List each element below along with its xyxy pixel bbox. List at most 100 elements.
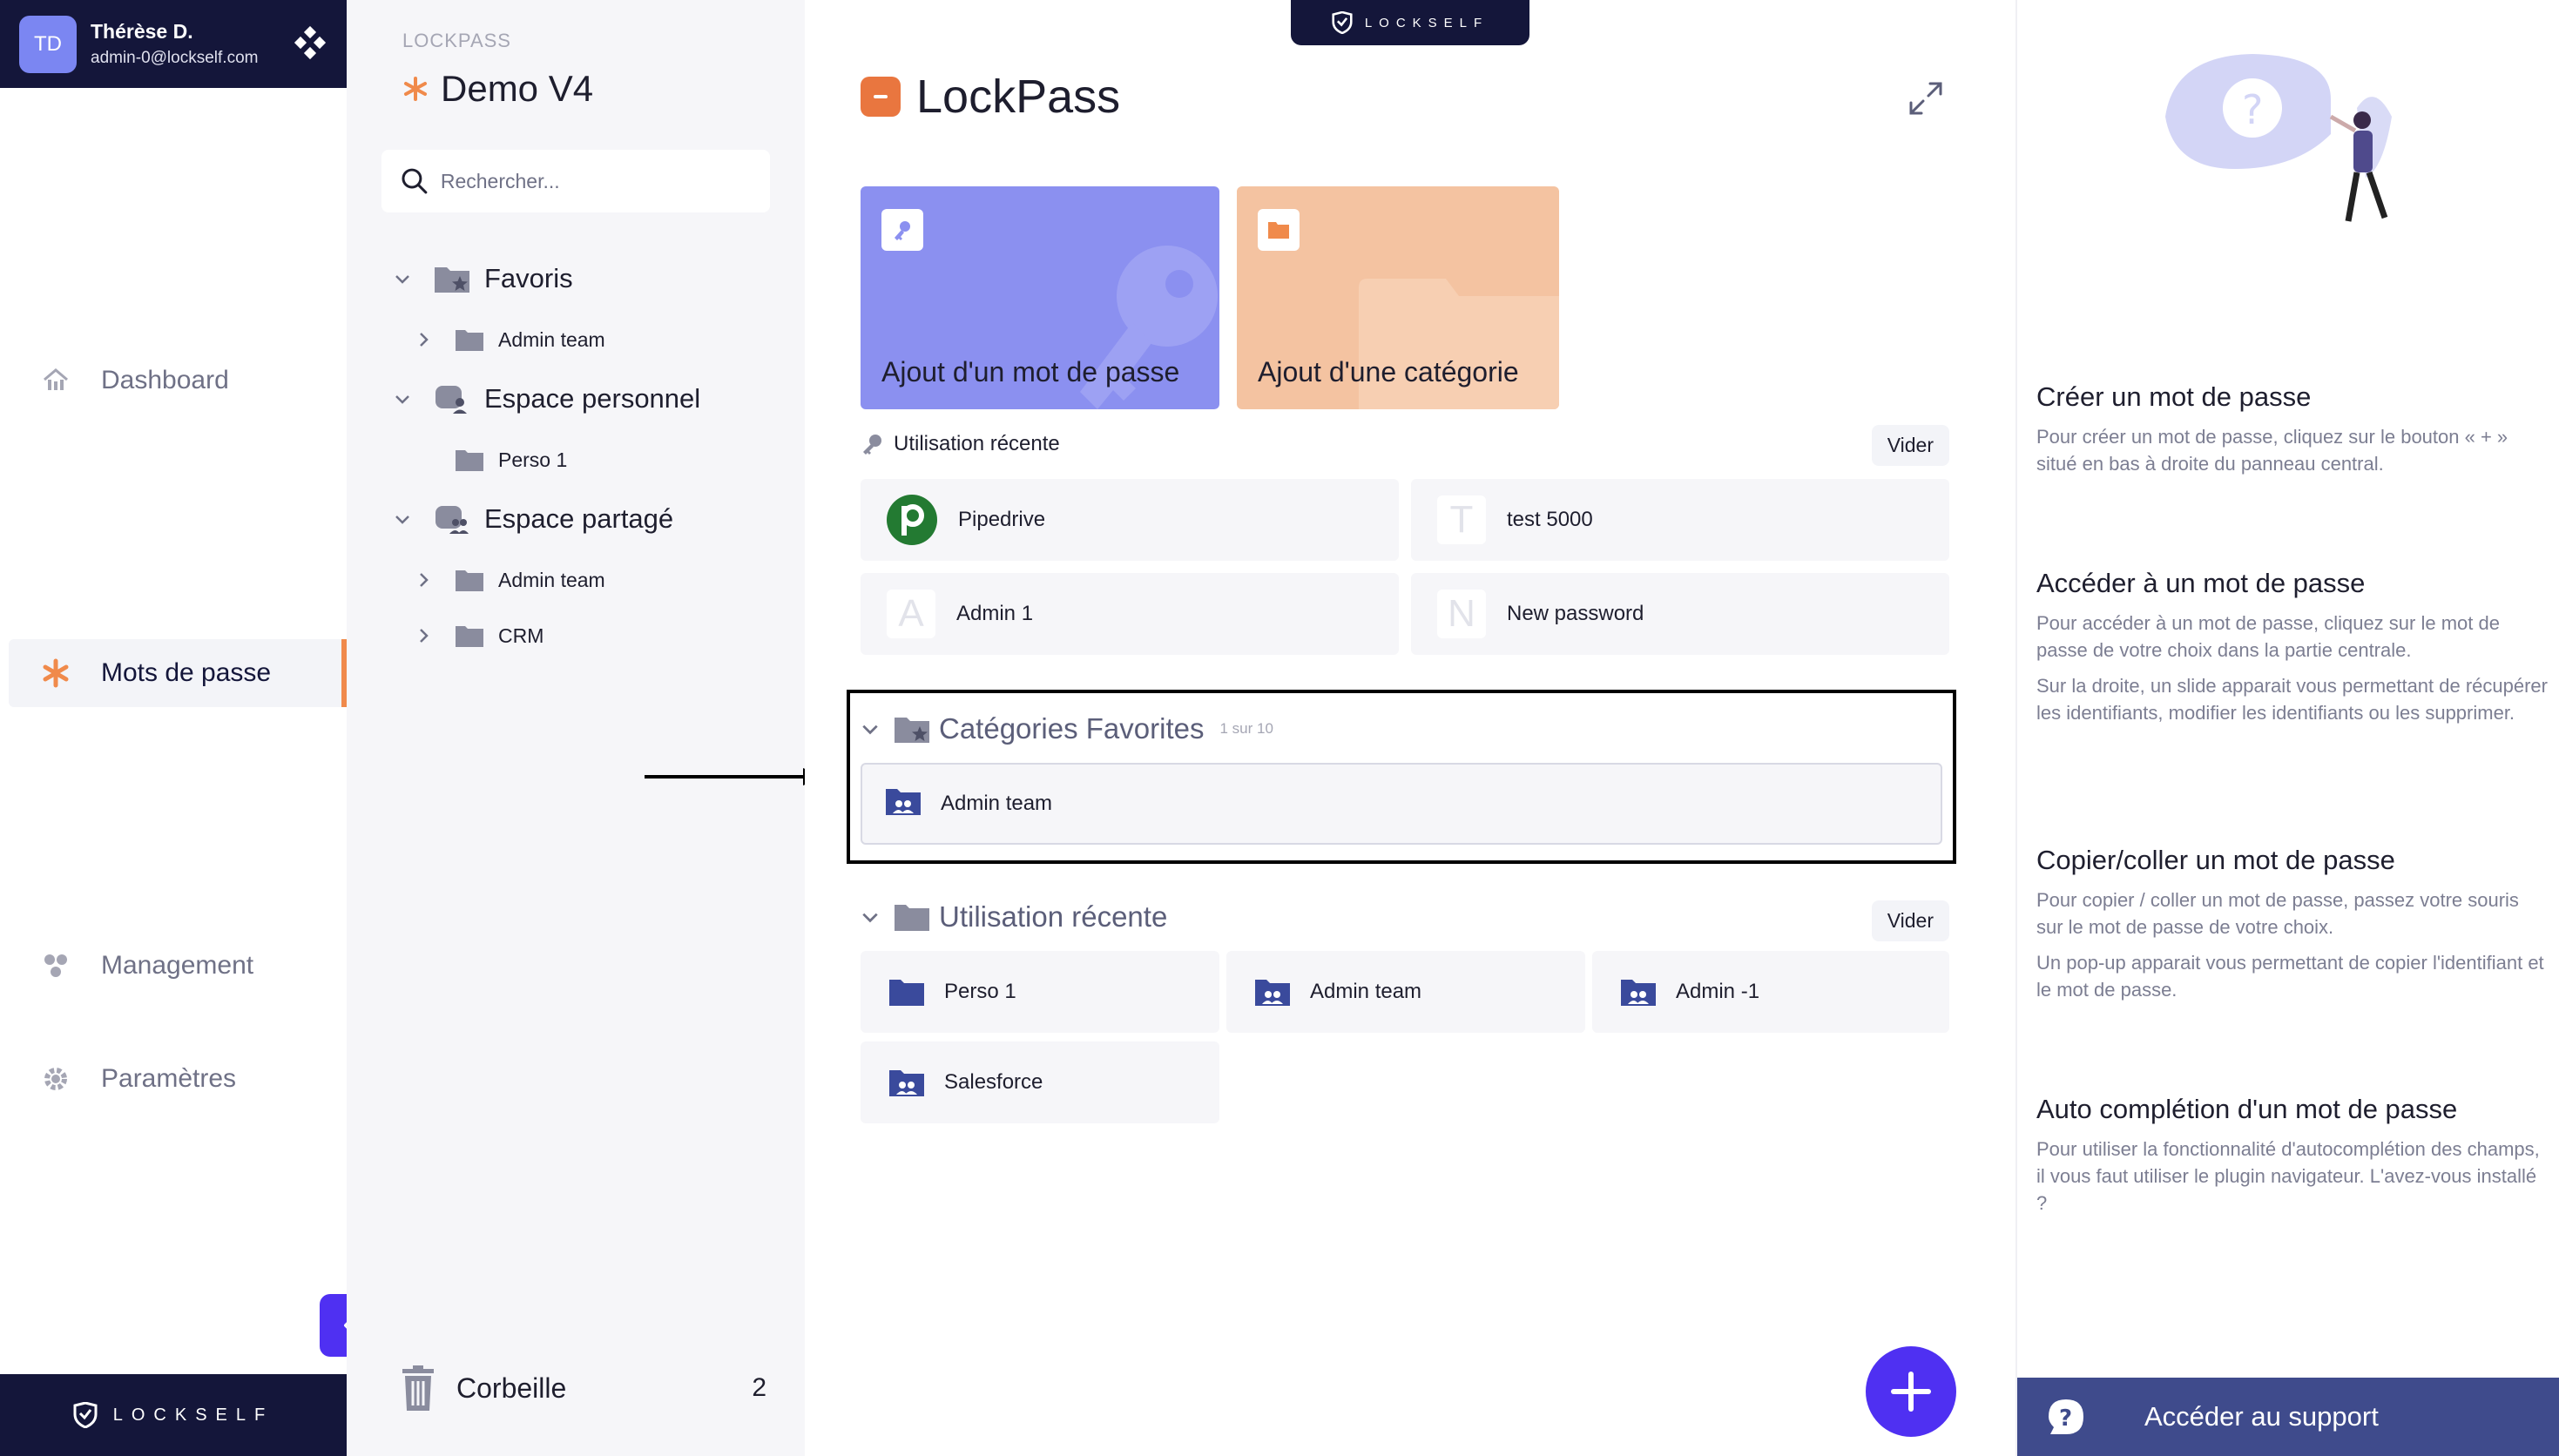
question-bubble-icon: ? [2049,1399,2083,1434]
home-icon [40,365,71,396]
key-icon [863,435,881,455]
star-icon [404,77,427,101]
password-card[interactable]: N New password [1411,573,1949,655]
help-block-title: Créer un mot de passe [2036,381,2312,412]
tree-favoris[interactable]: Favoris [392,263,573,294]
nav-dashboard-label: Dashboard [101,366,229,394]
chevron-down-icon[interactable] [392,509,413,529]
tree-espace-partage[interactable]: Espace partagé [392,503,673,535]
password-card-label: New password [1507,602,1644,625]
shared-space-icon [434,503,470,535]
help-block-text: Pour utiliser la fonctionnalité d'autoco… [2036,1138,2540,1214]
category-card[interactable]: Admin -1 [1592,951,1949,1033]
help-block-title: Copier/coller un mot de passe [2036,845,2395,875]
favorite-categories-header[interactable]: Catégories Favorites 1 sur 10 [861,712,1949,745]
help-block-text: Pour accéder à un mot de passe, cliquez … [2036,612,2500,661]
chevron-right-icon[interactable] [413,570,434,590]
help-block-text: Pour créer un mot de passe, cliquez sur … [2036,426,2508,475]
recent-categories-title: Utilisation récente [939,900,1168,933]
help-block: Créer un mot de passe Pour créer un mot … [2036,381,2550,486]
nav-management[interactable]: Management [9,932,347,1000]
brand-footer: LOCKSELF [0,1374,347,1456]
category-card[interactable]: Admin team [861,763,1942,845]
recent-categories-header[interactable]: Utilisation récente Vider [861,900,1949,941]
tree-item[interactable]: Admin team [413,568,605,592]
tree-espace-partage-label: Espace partagé [484,503,674,534]
shared-folder-icon [1254,977,1291,1007]
category-tree-panel: LOCKPASS Demo V4 Favoris Admin team Espa… [347,0,805,1456]
user-card[interactable]: TD Thérèse D. admin-0@lockself.com [0,0,347,88]
trash-button[interactable]: Corbeille 2 [401,1365,766,1411]
tree-item[interactable]: CRM [413,624,544,648]
trash-icon [402,1365,434,1411]
search-box[interactable] [381,150,770,212]
lockself-logo-icon [73,1402,98,1428]
avatar: TD [19,15,77,73]
password-card[interactable]: T test 5000 [1411,479,1949,561]
add-button[interactable] [1866,1346,1956,1437]
tree-item[interactable]: Perso 1 [413,448,567,472]
tree-item-label: Admin team [498,327,605,351]
help-panel: ? Créer un mot de passe Pour créer un mo… [2015,0,2559,1456]
letter-avatar: T [1437,495,1486,544]
category-card[interactable]: Admin team [1226,951,1585,1033]
tree-espace-personnel[interactable]: Espace personnel [392,383,700,415]
shared-folder-icon [885,786,922,822]
svg-text:?: ? [2242,86,2263,133]
search-input[interactable] [440,169,770,193]
clear-recent-categories-button[interactable]: Vider [1871,900,1949,941]
lockself-logo-icon [1332,11,1353,34]
favorite-folder-icon [895,718,929,743]
tree-item[interactable]: Admin team [413,327,605,352]
page-title: LockPass [916,71,1121,123]
favorite-categories-pager: 1 sur 10 [1219,720,1273,737]
support-button[interactable]: ? Accéder au support [2017,1378,2559,1456]
help-block-title: Accéder à un mot de passe [2036,568,2366,598]
tree-section-label: LOCKPASS [402,30,511,51]
brand-name: LOCKSELF [112,1405,274,1425]
nav-settings[interactable]: Paramètres [9,1045,347,1113]
help-block-text: Sur la droite, un slide apparait vous pe… [2036,675,2548,724]
password-card[interactable]: A Admin 1 [861,573,1399,655]
chevron-down-icon[interactable] [392,388,413,409]
password-card[interactable]: Pipedrive [861,479,1399,561]
chevron-right-icon[interactable] [413,625,434,646]
letter-avatar: N [1437,590,1486,638]
tree-item-label: Admin team [498,568,605,591]
password-card-label: test 5000 [1507,508,1593,531]
category-card-label: Salesforce [944,1070,1043,1094]
chevron-right-icon[interactable] [413,329,434,350]
chevron-down-icon[interactable] [861,907,880,927]
help-block-title: Auto complétion d'un mot de passe [2036,1094,2458,1124]
add-category-tile[interactable]: Ajout d'une catégorie [1237,186,1559,409]
category-card[interactable]: Salesforce [861,1041,1219,1123]
user-name: Thérèse D. [91,20,193,43]
folder-icon [455,327,484,352]
apps-switcher-icon[interactable] [293,26,327,61]
chevron-down-icon[interactable] [861,719,880,738]
letter-avatar: A [887,590,935,638]
add-category-label: Ajout d'une catégorie [1258,356,1519,388]
plus-icon [1891,1372,1931,1412]
trash-count: 2 [752,1373,766,1402]
recent-passwords-title: Utilisation récente [894,432,1060,455]
category-card-label: Perso 1 [944,980,1016,1003]
nav-passwords[interactable]: Mots de passe [9,639,347,707]
category-card-label: Admin team [1310,980,1422,1003]
nav-dashboard[interactable]: Dashboard [9,347,347,415]
category-card[interactable]: Perso 1 [861,951,1219,1033]
chevron-down-icon[interactable] [392,268,413,289]
clear-recent-passwords-button[interactable]: Vider [1871,425,1949,466]
tree-favoris-label: Favoris [484,263,573,293]
expand-icon[interactable] [1907,80,1944,117]
user-email: admin-0@lockself.com [91,49,259,67]
folder-icon [1359,279,1559,409]
category-card-label: Admin team [941,792,1053,815]
add-password-tile[interactable]: Ajout d'un mot de passe [861,186,1219,409]
svg-text:?: ? [2059,1405,2072,1432]
help-illustration-icon: ? [2165,54,2392,222]
folder-icon [455,568,484,592]
tree-title: Demo V4 [402,68,593,110]
lockpass-logo-icon [861,77,901,117]
favorite-categories-title: Catégories Favorites [939,712,1205,745]
